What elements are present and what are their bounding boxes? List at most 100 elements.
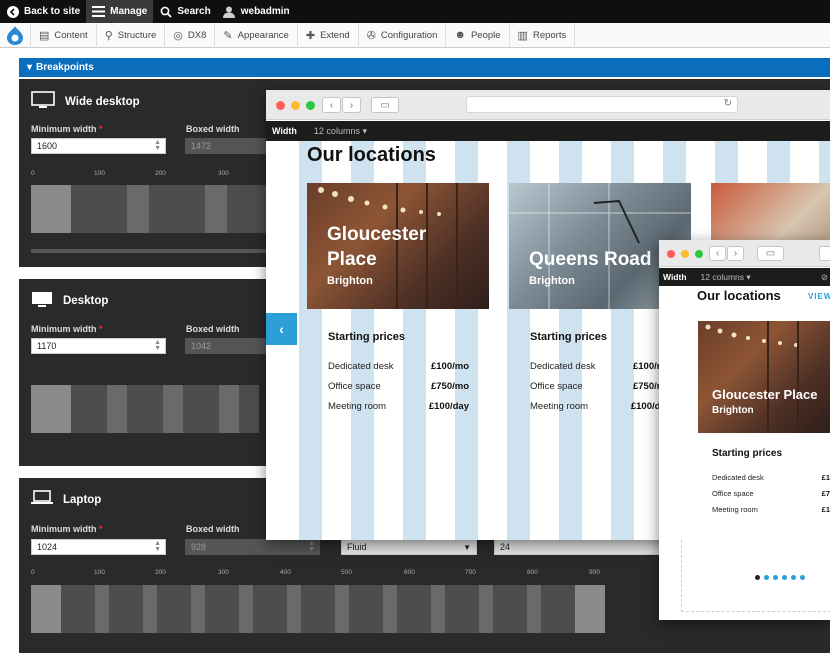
locations-heading: Our locations <box>697 288 781 303</box>
columns-label: 12 columns <box>700 271 744 282</box>
bookshelf-photo <box>318 183 458 309</box>
card-title-line1: Gloucester <box>327 224 427 245</box>
manage-toolbar: ▤ Content ⚲ Structure ◎ DX8 ✎ Appearance ✚ Ex… <box>0 22 830 48</box>
ruler-tick: 900 <box>589 569 600 576</box>
ruler-tick: 400 <box>280 569 291 576</box>
min-width-input[interactable]: 1170 ▲ ▼ <box>31 338 166 354</box>
toolbar-item-structure[interactable]: ⚲ Structure <box>95 22 165 48</box>
grid-toolbar: Width 12 columns ▾ <box>266 121 830 141</box>
stepper-icon[interactable]: ▲ ▼ <box>154 540 161 553</box>
toolbar-item-content[interactable]: ▤ Content <box>30 22 96 48</box>
carousel-dot[interactable] <box>791 575 796 580</box>
carousel-dot[interactable] <box>764 575 769 580</box>
columns-selector[interactable]: 12 columns ▾ <box>701 272 751 283</box>
breakpoints-title: Breakpoints <box>36 62 94 73</box>
carousel-dot-active[interactable] <box>755 575 760 580</box>
toolbar-item-people[interactable]: ☻ People <box>445 22 508 48</box>
location-card-image[interactable] <box>698 321 830 433</box>
min-width-input[interactable]: 1024 ▲ ▼ <box>31 539 166 555</box>
boxed-width-label: Boxed width <box>186 124 240 134</box>
stepper-icon: ▲ ▼ <box>308 540 315 553</box>
toolbar-label: People <box>470 29 501 41</box>
toolbar-item-dx8[interactable]: ◎ DX8 <box>164 22 214 48</box>
minimize-icon[interactable] <box>681 250 689 258</box>
price-label: Meeting room <box>712 505 758 514</box>
reports-icon: ▥ <box>517 29 528 42</box>
close-icon[interactable] <box>276 101 285 110</box>
boxed-width-input[interactable]: 928 ▲ ▼ <box>185 539 320 555</box>
starting-prices-heading: Starting prices <box>712 448 783 459</box>
minimize-icon[interactable] <box>291 101 300 110</box>
url-bar[interactable]: ↻ <box>466 96 738 113</box>
back-icon[interactable]: ‹ <box>709 246 726 261</box>
price-row: Meeting room £100/day <box>530 401 671 412</box>
view-all-link[interactable]: VIEW <box>808 292 830 301</box>
drupal-logo[interactable] <box>0 23 30 48</box>
user-menu[interactable]: webadmin <box>217 0 296 23</box>
price-value: £100/mo <box>430 361 469 372</box>
back-to-site-link[interactable]: Back to site <box>0 0 86 23</box>
carousel-dot[interactable] <box>800 575 805 580</box>
forward-icon[interactable]: › <box>727 246 744 261</box>
back-to-site-label: Back to site <box>24 6 81 17</box>
columns-value: 24 <box>500 542 511 552</box>
price-value: £1 <box>821 473 830 482</box>
puzzle-icon: ✚ <box>305 29 316 42</box>
stepper-icon[interactable]: ▲ ▼ <box>154 139 161 152</box>
columns-selector[interactable]: 12 columns ▾ <box>314 126 367 137</box>
chevron-left-icon: ‹ <box>279 321 284 337</box>
price-label: Dedicated desk <box>530 361 596 372</box>
min-width-input[interactable]: 1600 ▲ ▼ <box>31 138 166 154</box>
disable-grid-icon[interactable]: ⊘ <box>821 272 828 283</box>
toolbar-label: Extend <box>320 29 350 41</box>
grid-toolbar: Width 12 columns ▾ ⊘ <box>659 268 830 286</box>
dx8-icon: ◎ <box>173 29 183 42</box>
width-label: Width <box>663 272 687 282</box>
ruler-tick: 0 <box>31 170 35 177</box>
layout-select[interactable]: Fluid ▼ <box>341 539 477 555</box>
scrollbar[interactable] <box>31 249 271 253</box>
panel-title-label: Wide desktop <box>65 95 140 108</box>
toolbar-label: Structure <box>117 29 157 41</box>
forward-icon[interactable]: › <box>342 97 361 113</box>
carousel-dot[interactable] <box>782 575 787 580</box>
admin-toolbar: Back to site Manage Search webadmin <box>0 0 830 23</box>
reload-icon[interactable]: ↻ <box>724 98 732 109</box>
toolbar-item-reports[interactable]: ▥ Reports <box>508 22 576 48</box>
carousel-prev-button[interactable]: ‹ <box>266 313 297 345</box>
manage-menu[interactable]: Manage <box>86 0 154 23</box>
breakpoints-header[interactable]: ▾ Breakpoints <box>19 58 830 77</box>
close-icon[interactable] <box>667 250 675 258</box>
toolbar-item-configuration[interactable]: ✇ Configuration <box>357 22 446 48</box>
search-link[interactable]: Search <box>153 0 216 23</box>
min-width-text: Minimum width <box>31 324 97 334</box>
price-label: Office space <box>712 489 754 498</box>
ruler-tick: 700 <box>465 569 476 576</box>
price-value: £750/mo <box>430 381 469 392</box>
maximize-icon[interactable] <box>695 250 703 258</box>
card-subtitle: Brighton <box>712 405 754 416</box>
ruler-tick: 300 <box>218 170 229 177</box>
back-icon[interactable]: ‹ <box>322 97 341 113</box>
url-bar[interactable] <box>819 246 830 261</box>
ruler-tick: 0 <box>31 569 35 576</box>
min-width-text: Minimum width <box>31 524 97 534</box>
columns-select[interactable]: 24 <box>494 539 664 555</box>
boxed-width-value: 1472 <box>191 141 212 151</box>
toolbar-label: Configuration <box>380 29 438 41</box>
monitor-icon <box>31 291 53 311</box>
maximize-icon[interactable] <box>306 101 315 110</box>
user-icon <box>223 5 236 18</box>
panel-title: Desktop <box>31 291 108 311</box>
location-card-image[interactable] <box>307 183 489 309</box>
sidebar-icon[interactable]: ▭ <box>757 246 784 261</box>
search-icon <box>159 5 172 18</box>
toolbar-label: Content <box>54 29 88 41</box>
toolbar-item-extend[interactable]: ✚ Extend <box>296 22 358 48</box>
columns-label: 12 columns <box>313 125 360 136</box>
back-arrow-icon <box>6 5 19 18</box>
carousel-dot[interactable] <box>773 575 778 580</box>
sidebar-icon[interactable]: ▭ <box>371 97 399 113</box>
stepper-icon[interactable]: ▲ ▼ <box>154 339 161 352</box>
toolbar-item-appearance[interactable]: ✎ Appearance <box>214 22 296 48</box>
